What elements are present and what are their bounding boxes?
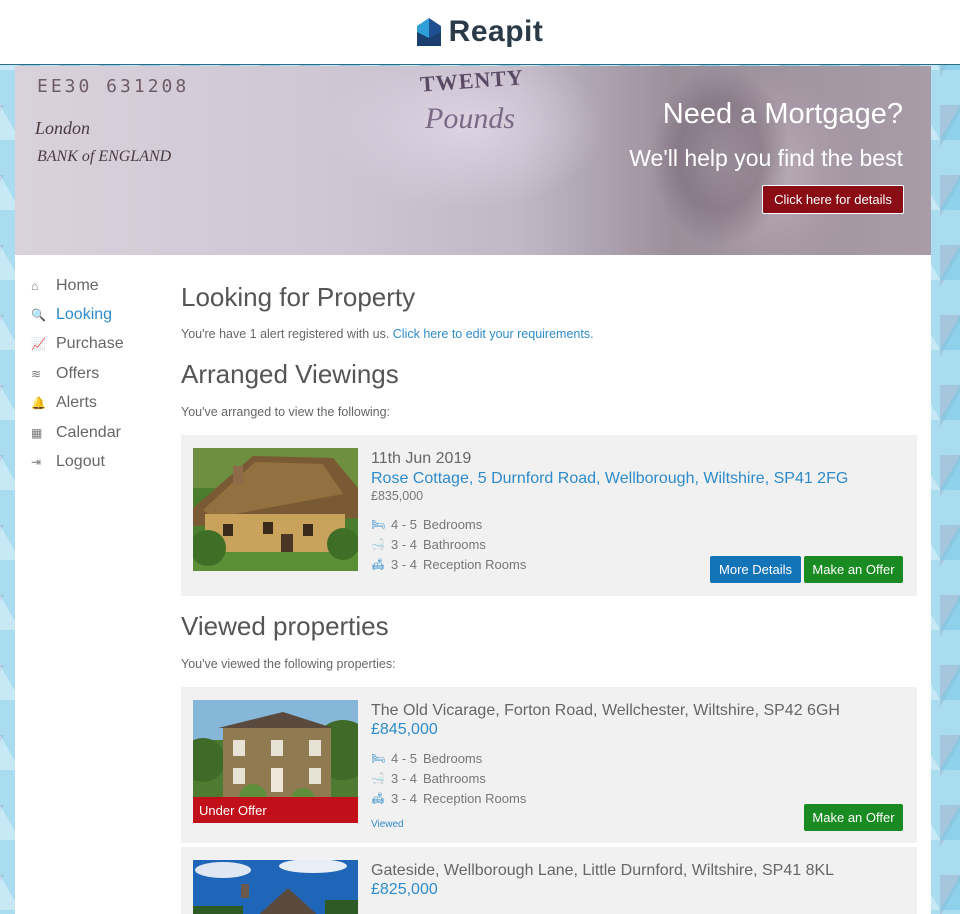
property-photo-gateside[interactable] [193, 860, 358, 914]
bed-icon: 🛏 [371, 519, 385, 531]
reception-label: Reception Rooms [423, 557, 527, 572]
arranged-text: You've arranged to view the following: [181, 405, 391, 419]
brand-logo[interactable]: Reapit [416, 15, 544, 49]
banknote-script-left: London [35, 118, 91, 138]
reception-label: Reception Rooms [423, 791, 527, 806]
sidebar-item-label: Home [56, 276, 99, 294]
banknote-script: Pounds [425, 102, 515, 135]
bathrooms-value: 3 - 4 [391, 771, 418, 786]
sidebar-item-label: Looking [56, 306, 113, 324]
sidebar-item-label: Calendar [56, 423, 121, 441]
viewed-address[interactable]: Gateside, Wellborough Lane, Little Durnf… [371, 862, 834, 880]
banknote-value: TWENTY [419, 66, 525, 97]
home-icon: ⌂ [31, 278, 39, 293]
address-postcode-link[interactable]: SP41 2FG [774, 470, 849, 487]
sidebar-item-label: Purchase [56, 335, 124, 353]
under-offer-badge: Under Offer [193, 797, 358, 823]
viewed-text: You've viewed the following properties: [181, 657, 396, 671]
viewed-price: £845,000 [371, 721, 438, 738]
calendar-icon: ▦ [31, 425, 43, 440]
bed-icon: 🛏 [371, 753, 385, 765]
sidebar-item-calendar[interactable]: ▦ Calendar [31, 418, 124, 447]
brand-name: Reapit [448, 15, 544, 48]
address-name-link[interactable]: Rose Cottage [371, 470, 469, 487]
search-icon: 🔍 [31, 308, 46, 323]
looking-title: Looking for Property [181, 282, 416, 312]
alerts-summary: You're have 1 alert registered with us. … [181, 327, 594, 341]
bathrooms-feature: 🛁 3 - 4 Bathrooms [371, 537, 486, 552]
bedrooms-feature: 🛏 4 - 5 Bedrooms [371, 751, 482, 766]
bathrooms-value: 3 - 4 [391, 537, 418, 552]
sidebar-item-home[interactable]: ⌂ Home [31, 271, 124, 300]
bath-icon: 🛁 [371, 773, 385, 785]
bedrooms-label: Bedrooms [423, 517, 483, 532]
layers-icon: ≋ [31, 366, 42, 381]
viewed-card: Under Offer The Old Vicarage, Forton Roa… [181, 687, 917, 843]
make-offer-button[interactable]: Make an Offer [804, 556, 903, 583]
sidebar-item-alerts[interactable]: 🔔 Alerts [31, 389, 124, 418]
address-street-link[interactable]: 5 Durnford Road [478, 470, 596, 487]
arranged-title: Arranged Viewings [181, 359, 399, 389]
sidebar-item-looking[interactable]: 🔍 Looking [31, 300, 124, 329]
logout-icon: ⇥ [31, 455, 42, 470]
mortgage-banner: EE30 631208 TWENTY Pounds London BANK of… [15, 66, 931, 255]
viewing-price: £835,000 [371, 489, 424, 503]
hero-title: Need a Mortgage? [662, 98, 903, 130]
bathrooms-label: Bathrooms [423, 537, 486, 552]
chart-icon: 📈 [31, 337, 46, 352]
bedrooms-value: 4 - 5 [391, 751, 418, 766]
reception-value: 3 - 4 [391, 557, 418, 572]
viewed-card: Gateside, Wellborough Lane, Little Durnf… [181, 847, 917, 914]
reception-feature: 🛋 3 - 4 Reception Rooms [371, 791, 526, 806]
gateside-image [193, 860, 358, 914]
sidebar-nav: ⌂ Home 🔍 Looking 📈 Purchase ≋ Offers 🔔 A… [31, 271, 124, 477]
viewed-address[interactable]: The Old Vicarage, Forton Road, Wellchest… [371, 702, 840, 720]
sidebar-item-label: Logout [56, 453, 105, 471]
hero-subtitle: We'll help you find the best [629, 145, 903, 171]
bell-icon: 🔔 [31, 396, 46, 411]
alerts-text: You're have 1 alert registered with us. [181, 327, 390, 341]
banknote-bank: BANK of ENGLAND [37, 148, 172, 165]
bedrooms-label: Bedrooms [423, 751, 483, 766]
viewing-address: Rose Cottage, 5 Durnford Road, Wellborou… [371, 470, 849, 487]
sidebar-item-label: Offers [56, 364, 100, 382]
reception-value: 3 - 4 [391, 791, 418, 806]
house-logo-icon [416, 18, 441, 46]
bedrooms-value: 4 - 5 [391, 517, 418, 532]
property-photo-vicarage[interactable]: Under Offer [193, 700, 358, 823]
sidebar-item-offers[interactable]: ≋ Offers [31, 359, 124, 388]
sidebar-item-label: Alerts [56, 394, 97, 412]
sofa-icon: 🛋 [371, 793, 385, 805]
sidebar-item-purchase[interactable]: 📈 Purchase [31, 330, 124, 359]
content-panel: ⌂ Home 🔍 Looking 📈 Purchase ≋ Offers 🔔 A… [15, 255, 931, 914]
viewed-title: Viewed properties [181, 611, 389, 641]
banknote-serial: EE30 631208 [37, 76, 190, 97]
bathrooms-label: Bathrooms [423, 771, 486, 786]
bedrooms-feature: 🛏 4 - 5 Bedrooms [371, 517, 482, 532]
top-bar: Reapit [0, 0, 960, 65]
cottage-image [193, 448, 358, 571]
edit-requirements-link[interactable]: Click here to edit your requirements. [393, 327, 594, 341]
mortgage-details-button[interactable]: Click here for details [762, 185, 904, 214]
make-offer-button[interactable]: Make an Offer [804, 804, 903, 831]
viewed-status: Viewed [371, 819, 404, 830]
address-town-link[interactable]: Wellborough [605, 470, 695, 487]
viewing-date: 11th Jun 2019 [371, 450, 472, 467]
reception-feature: 🛋 3 - 4 Reception Rooms [371, 557, 526, 572]
address-county-link[interactable]: Wiltshire [703, 470, 764, 487]
bath-icon: 🛁 [371, 539, 385, 551]
viewing-card: 11th Jun 2019 Rose Cottage, 5 Durnford R… [181, 435, 917, 596]
viewed-price: £825,000 [371, 881, 438, 898]
property-photo-cottage[interactable] [193, 448, 358, 571]
more-details-button[interactable]: More Details [710, 556, 801, 583]
sofa-icon: 🛋 [371, 559, 385, 571]
bathrooms-feature: 🛁 3 - 4 Bathrooms [371, 771, 486, 786]
sidebar-item-logout[interactable]: ⇥ Logout [31, 447, 124, 476]
